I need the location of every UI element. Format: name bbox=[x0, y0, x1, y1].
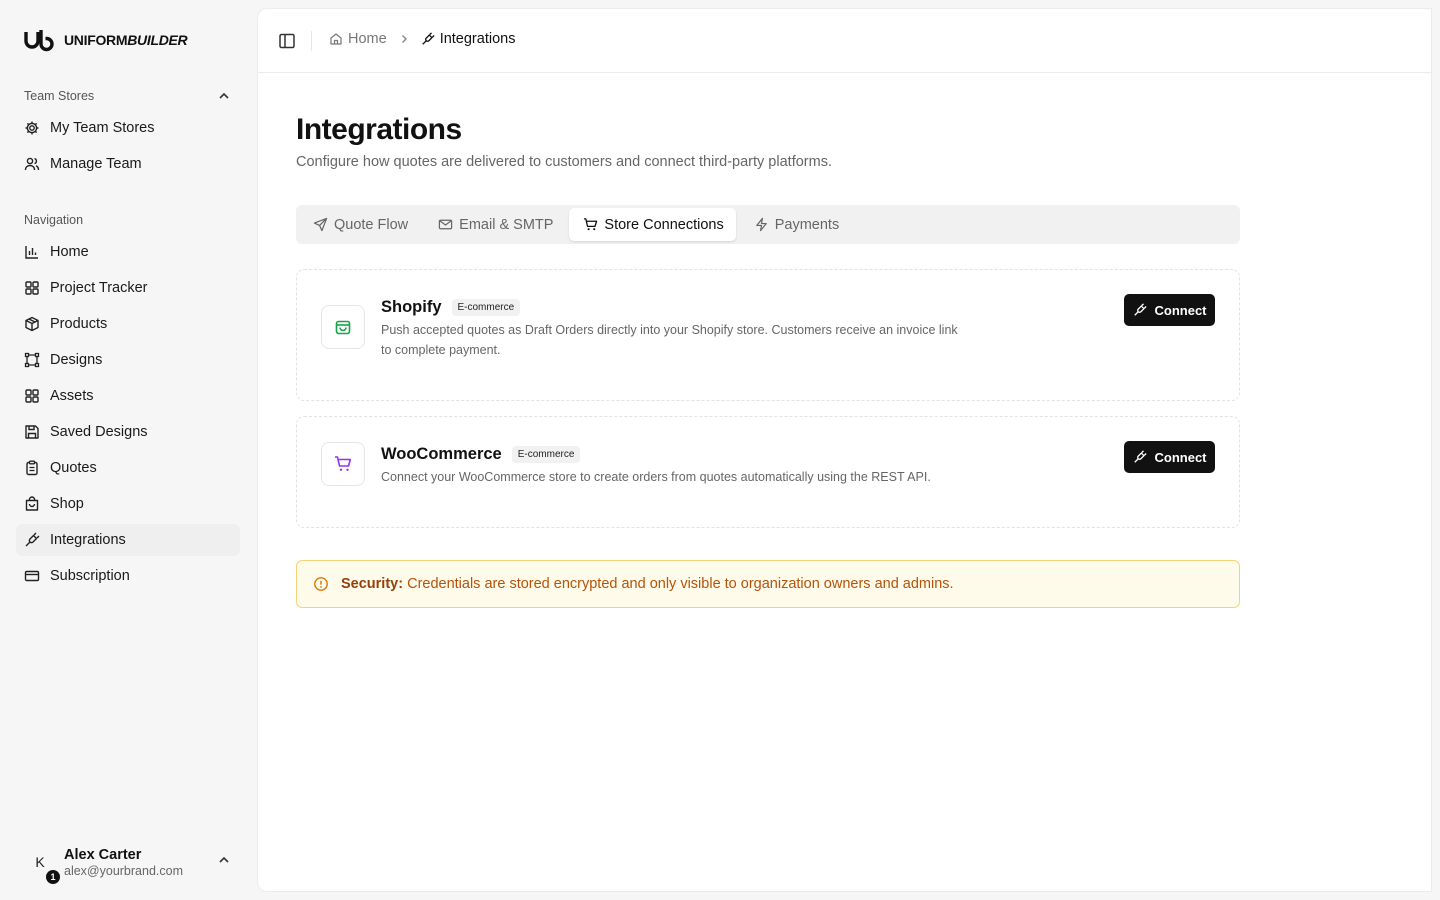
credit-card-icon bbox=[24, 570, 40, 582]
tab-store-connections[interactable]: Store Connections bbox=[569, 208, 736, 241]
sidebar: UNIFORMBUILDER Team Stores My Team Store… bbox=[0, 0, 256, 900]
breadcrumb: Home Integrations bbox=[329, 31, 515, 47]
sidebar-item-project-tracker[interactable]: Project Tracker bbox=[16, 272, 240, 304]
zap-icon bbox=[755, 217, 767, 232]
user-name: Alex Carter bbox=[64, 846, 142, 863]
sidebar-toggle-icon[interactable] bbox=[278, 32, 296, 50]
sidebar-item-quotes[interactable]: Quotes bbox=[16, 452, 240, 484]
notice-text: Credentials are stored encrypted and onl… bbox=[407, 576, 954, 592]
sidebar-item-label: Home bbox=[50, 244, 89, 260]
user-menu[interactable]: K 1 Alex Carter alex@yourbrand.com bbox=[24, 840, 240, 884]
tab-payments[interactable]: Payments bbox=[740, 208, 851, 241]
divider bbox=[311, 31, 312, 51]
vector-square-icon bbox=[24, 352, 40, 368]
cart-icon bbox=[584, 218, 598, 231]
sidebar-item-home[interactable]: Home bbox=[16, 236, 240, 268]
sidebar-item-my-team-stores[interactable]: My Team Stores bbox=[16, 112, 240, 144]
brand-logo[interactable]: UNIFORMBUILDER bbox=[24, 28, 188, 52]
sidebar-item-label: Manage Team bbox=[50, 156, 142, 172]
logo-icon bbox=[24, 30, 54, 52]
clipboard-icon bbox=[26, 460, 38, 476]
top-bar: Home Integrations bbox=[258, 9, 1431, 73]
sidebar-item-label: Integrations bbox=[50, 532, 126, 548]
sidebar-item-label: Project Tracker bbox=[50, 280, 148, 296]
users-icon bbox=[24, 157, 40, 171]
chevron-right-icon bbox=[401, 35, 407, 43]
integration-card-shopify: Shopify E-commerce Push accepted quotes … bbox=[296, 269, 1240, 401]
sidebar-item-integrations[interactable]: Integrations bbox=[16, 524, 240, 556]
mail-icon bbox=[438, 219, 453, 230]
store-icon bbox=[25, 496, 39, 511]
user-email: alex@yourbrand.com bbox=[64, 863, 183, 878]
navigation-label: Navigation bbox=[24, 213, 84, 227]
sidebar-item-saved-designs[interactable]: Saved Designs bbox=[16, 416, 240, 448]
package-icon bbox=[25, 316, 39, 332]
plug-icon bbox=[421, 32, 435, 45]
brand-name: UNIFORMBUILDER bbox=[64, 32, 188, 48]
sidebar-item-designs[interactable]: Designs bbox=[16, 344, 240, 376]
sidebar-item-label: Saved Designs bbox=[50, 424, 148, 440]
integration-description: Push accepted quotes as Draft Orders dir… bbox=[381, 323, 958, 357]
bar-chart-icon bbox=[25, 246, 38, 259]
chevron-up-icon bbox=[219, 856, 229, 863]
security-notice: Security: Credentials are stored encrypt… bbox=[296, 560, 1240, 608]
save-icon bbox=[25, 425, 39, 439]
tab-email-smtp[interactable]: Email & SMTP bbox=[424, 208, 565, 241]
grid-icon bbox=[25, 281, 39, 295]
integration-name: Shopify bbox=[381, 298, 442, 316]
integration-description: Connect your WooCommerce store to create… bbox=[381, 470, 931, 484]
category-badge: E-commerce bbox=[451, 299, 521, 316]
shopify-logo bbox=[321, 305, 365, 349]
sidebar-item-label: My Team Stores bbox=[50, 120, 155, 136]
sidebar-item-label: Quotes bbox=[50, 460, 97, 476]
woocommerce-logo bbox=[321, 442, 365, 486]
info-icon bbox=[314, 577, 328, 591]
sidebar-item-manage-team[interactable]: Manage Team bbox=[16, 148, 240, 180]
sidebar-item-products[interactable]: Products bbox=[16, 308, 240, 340]
connect-shopify-button[interactable]: Connect bbox=[1124, 294, 1215, 326]
sidebar-item-label: Assets bbox=[50, 388, 94, 404]
page-subtitle: Configure how quotes are delivered to cu… bbox=[296, 154, 832, 170]
avatar: K 1 bbox=[24, 846, 60, 884]
integration-card-woocommerce: WooCommerce E-commerce Connect your WooC… bbox=[296, 416, 1240, 528]
sidebar-item-subscription[interactable]: Subscription bbox=[16, 560, 240, 592]
breadcrumb-home[interactable]: Home bbox=[329, 31, 387, 47]
connect-woocommerce-button[interactable]: Connect bbox=[1124, 441, 1215, 473]
plug-icon bbox=[1133, 450, 1147, 463]
integration-name: WooCommerce bbox=[381, 445, 502, 463]
home-icon bbox=[330, 33, 342, 45]
gear-icon bbox=[25, 121, 39, 135]
tab-bar: Quote Flow Email & SMTP Store Connection… bbox=[296, 205, 1240, 244]
sidebar-item-shop[interactable]: Shop bbox=[16, 488, 240, 520]
sidebar-item-label: Subscription bbox=[50, 568, 130, 584]
plug-icon bbox=[1133, 303, 1147, 316]
sidebar-item-label: Shop bbox=[50, 496, 84, 512]
chevron-up-icon[interactable] bbox=[216, 88, 232, 104]
grid-icon bbox=[25, 389, 39, 403]
shopping-bag-icon bbox=[335, 320, 351, 335]
send-icon bbox=[313, 217, 328, 232]
notice-label: Security: bbox=[341, 576, 404, 592]
sidebar-item-label: Designs bbox=[50, 352, 103, 368]
sidebar-item-assets[interactable]: Assets bbox=[16, 380, 240, 412]
team-stores-label: Team Stores bbox=[24, 89, 95, 103]
breadcrumb-current: Integrations bbox=[421, 31, 515, 47]
notification-badge: 1 bbox=[46, 870, 60, 884]
tab-quote-flow[interactable]: Quote Flow bbox=[299, 208, 420, 241]
page-title: Integrations bbox=[296, 113, 462, 146]
cart-icon bbox=[335, 456, 352, 471]
main-panel: Home Integrations Integrations Configure… bbox=[257, 8, 1432, 892]
plug-icon bbox=[25, 532, 40, 547]
sidebar-item-label: Products bbox=[50, 316, 108, 332]
category-badge: E-commerce bbox=[511, 446, 581, 463]
